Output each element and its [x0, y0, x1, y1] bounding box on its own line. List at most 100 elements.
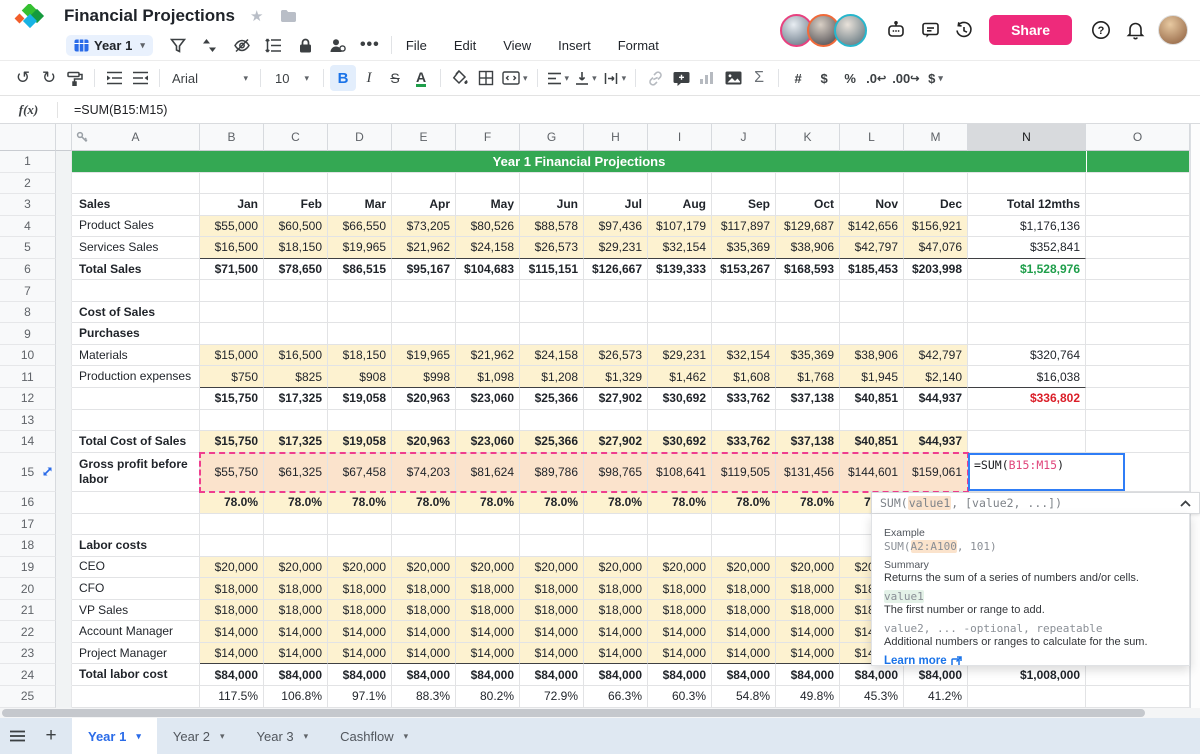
- cell[interactable]: $144,601: [840, 453, 904, 492]
- cell[interactable]: 78.0%: [328, 492, 392, 514]
- cell[interactable]: Sep: [712, 194, 776, 216]
- cell[interactable]: [904, 173, 968, 195]
- cell-label[interactable]: CFO: [72, 578, 200, 600]
- cell[interactable]: [328, 280, 392, 302]
- menu-item-file[interactable]: File: [406, 38, 427, 53]
- cell[interactable]: $15,000: [200, 345, 264, 367]
- cell[interactable]: [1086, 410, 1190, 432]
- cell[interactable]: $38,906: [776, 237, 840, 259]
- cell[interactable]: $18,000: [648, 600, 712, 622]
- cell-label[interactable]: Labor costs: [72, 535, 200, 557]
- cell[interactable]: Oct: [776, 194, 840, 216]
- cell[interactable]: $23,060: [456, 431, 520, 453]
- cell[interactable]: $16,500: [264, 345, 328, 367]
- cell[interactable]: $38,906: [840, 345, 904, 367]
- cell[interactable]: 41.2%: [904, 686, 968, 708]
- cell[interactable]: [648, 410, 712, 432]
- cell[interactable]: $14,000: [520, 643, 584, 665]
- cell[interactable]: $1,462: [648, 366, 712, 388]
- cell[interactable]: $14,000: [584, 643, 648, 665]
- cell-label[interactable]: Sales: [72, 194, 200, 216]
- cell[interactable]: [328, 410, 392, 432]
- cell[interactable]: $84,000: [712, 664, 776, 686]
- cell[interactable]: [1086, 216, 1190, 238]
- row-header-6[interactable]: 6: [0, 259, 56, 281]
- cell-label[interactable]: [72, 173, 200, 195]
- cell[interactable]: [328, 514, 392, 536]
- cell-total[interactable]: Total 12mths: [968, 194, 1086, 216]
- cell[interactable]: Jan: [200, 194, 264, 216]
- cell[interactable]: $998: [392, 366, 456, 388]
- cell[interactable]: May: [456, 194, 520, 216]
- cell[interactable]: [1086, 345, 1190, 367]
- cell[interactable]: [584, 514, 648, 536]
- cell[interactable]: $71,500: [200, 259, 264, 281]
- cell[interactable]: $14,000: [392, 643, 456, 665]
- cell[interactable]: $14,000: [648, 621, 712, 643]
- cell[interactable]: [392, 280, 456, 302]
- cell[interactable]: 78.0%: [392, 492, 456, 514]
- cell[interactable]: $18,000: [200, 600, 264, 622]
- cell-label[interactable]: Total Sales: [72, 259, 200, 281]
- cell[interactable]: [1086, 366, 1190, 388]
- row-header-17[interactable]: 17: [0, 514, 56, 536]
- sheet-switcher-button[interactable]: Year 1 ▾: [66, 35, 153, 56]
- row-header-14[interactable]: 14: [0, 431, 56, 453]
- insert-image-icon[interactable]: [720, 65, 746, 91]
- cell[interactable]: $15,750: [200, 388, 264, 410]
- cell-label[interactable]: [72, 492, 200, 514]
- menu-item-insert[interactable]: Insert: [558, 38, 591, 53]
- cell[interactable]: $14,000: [584, 621, 648, 643]
- permissions-user-icon[interactable]: [323, 34, 353, 56]
- font-family-select[interactable]: Arial▾: [166, 65, 254, 91]
- cell[interactable]: 54.8%: [712, 686, 776, 708]
- cell[interactable]: $18,000: [584, 600, 648, 622]
- cell[interactable]: $84,000: [904, 664, 968, 686]
- cell[interactable]: [648, 514, 712, 536]
- cell[interactable]: 106.8%: [264, 686, 328, 708]
- cell[interactable]: $19,058: [328, 388, 392, 410]
- cell[interactable]: $33,762: [712, 388, 776, 410]
- row-header-22[interactable]: 22: [0, 621, 56, 643]
- cell[interactable]: [200, 280, 264, 302]
- cell[interactable]: [840, 302, 904, 324]
- cell[interactable]: Apr: [392, 194, 456, 216]
- cell[interactable]: $80,526: [456, 216, 520, 238]
- cell[interactable]: $1,329: [584, 366, 648, 388]
- cell[interactable]: $203,998: [904, 259, 968, 281]
- row-header-11[interactable]: 11: [0, 366, 56, 388]
- cell[interactable]: $14,000: [456, 621, 520, 643]
- more-options-icon[interactable]: •••: [355, 34, 385, 56]
- cell[interactable]: $14,000: [648, 643, 712, 665]
- cell[interactable]: $1,208: [520, 366, 584, 388]
- cell[interactable]: $131,456: [776, 453, 840, 492]
- cell[interactable]: [1086, 686, 1190, 708]
- horizontal-scrollbar[interactable]: [0, 708, 1200, 718]
- learn-more-link[interactable]: Learn more: [884, 655, 1177, 666]
- cell[interactable]: [456, 514, 520, 536]
- cell[interactable]: $32,154: [712, 345, 776, 367]
- cell[interactable]: $24,158: [520, 345, 584, 367]
- cell[interactable]: $29,231: [648, 345, 712, 367]
- cell-total[interactable]: $16,038: [968, 366, 1086, 388]
- menu-item-format[interactable]: Format: [618, 38, 659, 53]
- cell[interactable]: Feb: [264, 194, 328, 216]
- cell[interactable]: [264, 410, 328, 432]
- cell[interactable]: $119,505: [712, 453, 776, 492]
- column-header-O[interactable]: O: [1086, 124, 1190, 151]
- cell[interactable]: 88.3%: [392, 686, 456, 708]
- cell[interactable]: [456, 410, 520, 432]
- cell[interactable]: $108,641: [648, 453, 712, 492]
- text-color-button[interactable]: A: [408, 65, 434, 91]
- cell[interactable]: [904, 410, 968, 432]
- undo-icon[interactable]: ↺: [10, 65, 36, 91]
- cell[interactable]: [648, 280, 712, 302]
- cell[interactable]: [392, 514, 456, 536]
- cell[interactable]: [776, 535, 840, 557]
- bold-button[interactable]: B: [330, 65, 356, 91]
- cell[interactable]: $139,333: [648, 259, 712, 281]
- cell[interactable]: $18,150: [328, 345, 392, 367]
- row-header-7[interactable]: 7: [0, 280, 56, 302]
- column-header-J[interactable]: J: [712, 124, 776, 151]
- cell[interactable]: $14,000: [200, 643, 264, 665]
